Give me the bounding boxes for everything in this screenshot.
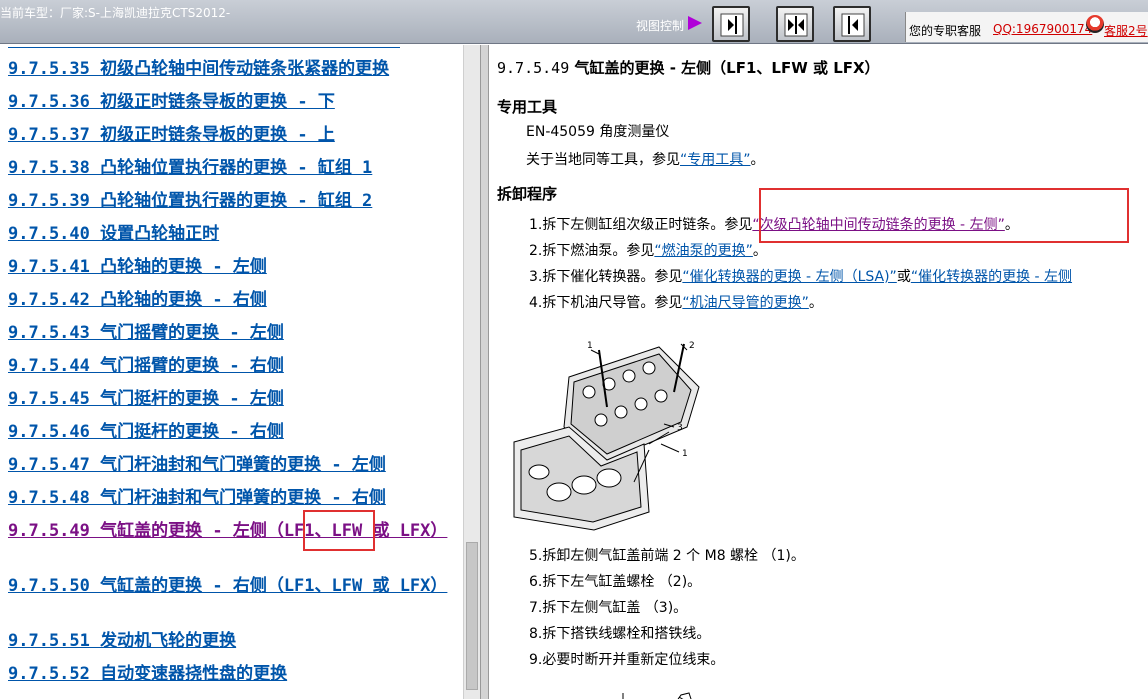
expand-right-icon <box>720 13 744 37</box>
view-left-pane-button[interactable] <box>833 6 871 42</box>
step-9: 9.必要时断开并重新定位线束。 <box>529 652 725 668</box>
step-3-or: 或 <box>896 269 911 285</box>
toc-item[interactable]: 9.7.5.39 凸轮轴位置执行器的更换 - 缸组 2 <box>8 190 372 212</box>
toc-item[interactable]: 9.7.5.42 凸轮轴的更换 - 右侧 <box>8 289 267 311</box>
toc-item[interactable]: 9.7.5.35 初级凸轮轴中间传动链条张紧器的更换 <box>8 58 389 80</box>
step-4-suffix: 。 <box>808 295 823 311</box>
pane-splitter[interactable] <box>480 45 489 699</box>
scrollbar-thumb[interactable] <box>466 542 478 690</box>
step-6: 6.拆下左气缸盖螺栓 （2)。 <box>529 574 702 590</box>
toc-item[interactable]: 9.7.5.51 发动机飞轮的更换 <box>8 630 236 652</box>
step-1-text: 1.拆下左侧缸组次级正时链条。参见 <box>529 217 753 233</box>
catalytic-converter-left-link[interactable]: “催化转换器的更换 - 左侧 <box>911 269 1072 285</box>
toc-item[interactable]: 9.7.5.48 气门杆油封和气门弹簧的更换 - 右侧 <box>8 487 386 509</box>
qq2-contact-link[interactable]: 客服2号 <box>1104 22 1148 39</box>
toc-item[interactable]: 9.7.5.37 初级正时链条导板的更换 - 上 <box>8 124 335 146</box>
document-pane: 9.7.5.49 气缸盖的更换 - 左侧（LF1、LFW 或 LFX） 专用工具… <box>489 45 1148 699</box>
special-tools-link[interactable]: “专用工具” <box>680 152 751 168</box>
service-label: 您的专职客服 <box>909 24 982 38</box>
toc-pane: 9.7.5.35 初级凸轮轴中间传动链条张紧器的更换 9.7.5.36 初级正时… <box>0 45 463 699</box>
title-number: 9.7.5.49 <box>497 59 570 77</box>
qq-penguin-icon[interactable] <box>1086 15 1104 33</box>
step-2: 2.拆下燃油泵。参见“燃油泵的更换”。 <box>529 240 767 260</box>
step-8: 8.拆下搭铁线螺栓和搭铁线。 <box>529 626 711 642</box>
dipstick-tube-link[interactable]: “机油尺导管的更换” <box>682 295 809 311</box>
cylinder-head-diagram: 1 2 3 1 <box>513 341 700 531</box>
page-title: 9.7.5.49 气缸盖的更换 - 左侧（LF1、LFW 或 LFX） <box>497 57 880 78</box>
toc-item[interactable]: 9.7.5.43 气门摇臂的更换 - 左侧 <box>8 322 284 344</box>
title-text: 气缸盖的更换 - 左侧（LF1、LFW 或 LFX） <box>574 59 880 77</box>
toc-previous-item-underline <box>8 47 400 48</box>
toc-item[interactable]: 9.7.5.40 设置凸轮轴正时 <box>8 223 219 245</box>
toc-item[interactable]: 9.7.5.36 初级正时链条导板的更换 - 下 <box>8 91 335 113</box>
tool-ref-suffix: 。 <box>750 152 765 168</box>
toc-item[interactable]: 9.7.5.45 气门挺杆的更换 - 左侧 <box>8 388 284 410</box>
next-diagram-fragment <box>622 692 692 699</box>
step-2-suffix: 。 <box>752 243 767 259</box>
top-toolbar: 当前车型：厂家:S-上海凯迪拉克CTS2012- 视图控制 您的专职客服 QQ:… <box>0 0 1148 44</box>
toc-item[interactable]: 9.7.5.50 气缸盖的更换 - 右侧（LF1、LFW 或 LFX） <box>0 575 455 597</box>
tool-reference: 关于当地同等工具，参见“专用工具”。 <box>526 149 765 169</box>
toc-item-current[interactable]: 9.7.5.49 气缸盖的更换 - 左侧（LF1、LFW 或 LFX） <box>0 520 455 542</box>
callout-1: 1 <box>587 341 593 351</box>
tool-ref-prefix: 关于当地同等工具，参见 <box>526 152 680 168</box>
callout-1b: 1 <box>682 449 688 459</box>
customer-service-panel: 您的专职客服 QQ:1967900174 客服2号 <box>905 12 1148 42</box>
play-arrow-icon <box>688 16 702 30</box>
step-2-text: 2.拆下燃油泵。参见 <box>529 243 655 259</box>
view-split-button[interactable] <box>776 6 814 42</box>
vehicle-model-label: 当前车型：厂家:S-上海凯迪拉克CTS2012- <box>0 6 231 20</box>
toc-scrollbar[interactable] <box>463 45 480 699</box>
step-4: 4.拆下机油尺导管。参见“机油尺导管的更换”。 <box>529 292 823 312</box>
highlight-box-right <box>759 188 1129 243</box>
toc-item[interactable]: 9.7.5.38 凸轮轴位置执行器的更换 - 缸组 1 <box>8 157 372 179</box>
catalytic-converter-lsa-link[interactable]: “催化转换器的更换 - 左侧（LSA)” <box>682 269 896 285</box>
tool-line: EN-45059 角度测量仪 <box>526 124 670 140</box>
step-4-text: 4.拆下机油尺导管。参见 <box>529 295 683 311</box>
step-3-text: 3.拆下催化转换器。参见 <box>529 269 683 285</box>
toc-item[interactable]: 9.7.5.41 凸轮轴的更换 - 左侧 <box>8 256 267 278</box>
view-control-label: 视图控制 <box>636 19 685 33</box>
view-right-pane-button[interactable] <box>712 6 750 42</box>
callout-2: 2 <box>689 341 695 351</box>
callout-3: 3 <box>677 423 683 433</box>
fuel-pump-link[interactable]: “燃油泵的更换” <box>654 243 753 259</box>
toc-item[interactable]: 9.7.5.52 自动变速器挠性盘的更换 <box>8 663 287 685</box>
toc-item[interactable]: 9.7.5.47 气门杆油封和气门弹簧的更换 - 左侧 <box>8 454 386 476</box>
split-view-icon <box>784 13 808 37</box>
removal-procedure-heading: 拆卸程序 <box>497 185 558 203</box>
qq-contact-link[interactable]: QQ:1967900174 <box>993 22 1092 36</box>
step-3: 3.拆下催化转换器。参见“催化转换器的更换 - 左侧（LSA)”或“催化转换器的… <box>529 266 1072 286</box>
special-tools-heading: 专用工具 <box>497 98 558 116</box>
highlight-box-left <box>303 510 375 551</box>
step-5: 5.拆卸左侧气缸盖前端 2 个 M8 螺栓 （1)。 <box>529 548 805 564</box>
toc-item[interactable]: 9.7.5.44 气门摇臂的更换 - 右侧 <box>8 355 284 377</box>
step-7: 7.拆下左侧气缸盖 （3)。 <box>529 600 688 616</box>
toc-item[interactable]: 9.7.5.46 气门挺杆的更换 - 右侧 <box>8 421 284 443</box>
expand-left-icon <box>841 13 865 37</box>
